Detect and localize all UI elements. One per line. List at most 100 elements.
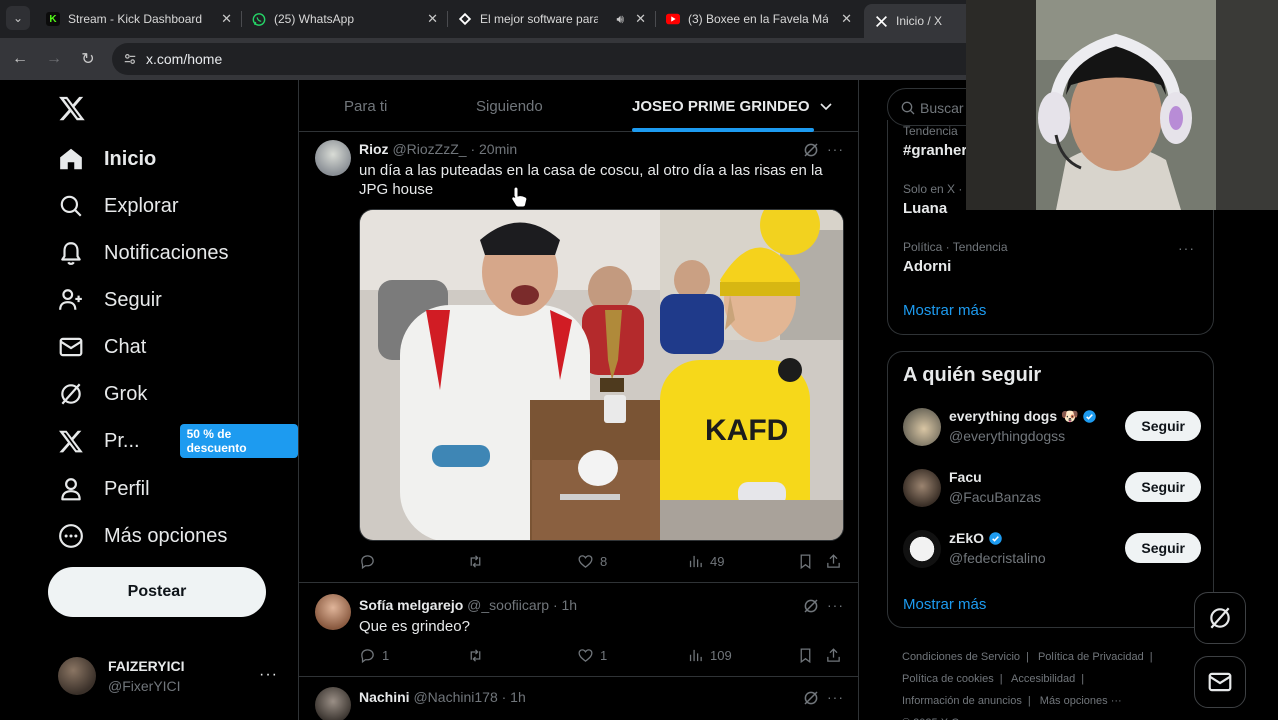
webcam-image (966, 0, 1278, 210)
follow-suggestion[interactable]: Facu @FacuBanzas Seguir (903, 469, 1201, 509)
account-handle: @FixerYICI (108, 678, 181, 694)
trend-item[interactable]: Política · Tendencia Adorni (903, 240, 1008, 275)
tab-list-joseo[interactable]: JOSEO PRIME GRINDEO (632, 98, 832, 115)
avatar[interactable] (315, 140, 351, 176)
nav-premium[interactable]: Pr... 50 % de descuento (58, 421, 298, 461)
tweet-video[interactable]: KAFD (359, 209, 844, 541)
like-button[interactable]: 1 (577, 647, 607, 664)
reply-button[interactable]: 1 (359, 647, 389, 664)
account-switcher[interactable]: FAIZERYICI @FixerYICI ··· (58, 656, 290, 696)
follow-button[interactable]: Seguir (1125, 533, 1201, 563)
post-button[interactable]: Postear (48, 567, 266, 617)
nav-notifications[interactable]: Notificaciones (58, 233, 229, 273)
tab-following[interactable]: Siguiendo (476, 98, 543, 115)
footer-link[interactable]: Accesibilidad (1011, 673, 1075, 685)
tweet[interactable]: Rioz @RiozZzZ_ · 20min ··· un día a las … (299, 132, 858, 583)
svg-text:KAFD: KAFD (705, 414, 788, 447)
nav-chat[interactable]: Chat (58, 327, 146, 367)
like-button[interactable]: 8 (577, 553, 607, 570)
tab-kick[interactable]: K Stream - Kick Dashboard ✕ (36, 4, 240, 34)
grok-icon[interactable] (802, 141, 820, 159)
avatar[interactable] (315, 594, 351, 630)
more-dots-icon[interactable]: ··· (1178, 240, 1195, 256)
nav-home[interactable]: Inicio (58, 139, 156, 179)
tweet[interactable]: Nachini @Nachini178 · 1h ··· (299, 677, 858, 720)
heart-icon (578, 649, 593, 662)
footer-link[interactable]: Información de anuncios (902, 695, 1022, 707)
left-sidebar: Inicio Explorar Notificaciones Seguir Ch… (0, 80, 298, 720)
follow-button[interactable]: Seguir (1125, 472, 1201, 502)
more-dots-icon[interactable]: ··· (827, 597, 844, 613)
footer-link[interactable]: Condiciones de Servicio (902, 651, 1020, 663)
url-bar[interactable]: x.com/home (112, 43, 982, 75)
forward-arrow-icon[interactable]: → (44, 49, 64, 69)
share-button[interactable] (825, 647, 842, 664)
diamond-icon (458, 12, 472, 26)
nav-more-options[interactable]: Más opciones (58, 516, 227, 556)
avatar[interactable] (315, 687, 351, 720)
footer-link[interactable]: Más opciones ··· (1040, 695, 1122, 707)
reply-button[interactable] (359, 553, 382, 570)
account-name: FAIZERYICI (108, 658, 185, 674)
avatar[interactable] (903, 530, 941, 568)
show-more-trends-link[interactable]: Mostrar más (903, 302, 986, 319)
nav-grok[interactable]: Grok (58, 374, 147, 414)
kick-icon: K (46, 12, 60, 26)
copyright: © 2025 X Corp. (902, 712, 1202, 720)
footer-link[interactable]: Política de Privacidad (1038, 651, 1144, 663)
show-more-follow-link[interactable]: Mostrar más (903, 596, 986, 613)
bell-icon (61, 242, 81, 265)
messages-fab-button[interactable] (1194, 656, 1246, 708)
share-button[interactable] (825, 553, 842, 570)
avatar[interactable] (903, 469, 941, 507)
grok-fab-button[interactable] (1194, 592, 1246, 644)
more-dots-icon[interactable]: ··· (827, 689, 844, 705)
webcam-overlay (966, 0, 1278, 210)
close-tab-icon[interactable]: ✕ (427, 11, 438, 27)
site-settings-icon[interactable] (122, 51, 138, 67)
share-icon (827, 648, 840, 662)
bookmark-button[interactable] (797, 553, 814, 570)
verified-badge-icon (989, 531, 1002, 545)
trend-item[interactable]: Tendencia #granher (903, 124, 967, 159)
tab-for-you[interactable]: Para ti (344, 98, 387, 115)
close-tab-icon[interactable]: ✕ (635, 11, 646, 27)
footer-link[interactable]: Política de cookies (902, 673, 994, 685)
back-arrow-icon[interactable]: ← (10, 49, 30, 69)
timeline: Para ti Siguiendo JOSEO PRIME GRINDEO Ri… (298, 80, 859, 720)
tweet-header: Rioz @RiozZzZ_ · 20min (359, 141, 518, 157)
tweet[interactable]: Sofía melgarejo @_soofiicarp · 1h ··· Qu… (299, 583, 858, 677)
follow-suggestion[interactable]: zEkO @fedecristalino Seguir (903, 530, 1201, 570)
reload-icon[interactable]: ↻ (78, 49, 98, 69)
x-icon (874, 14, 888, 28)
follow-suggestion[interactable]: everything dogs 🐶 @everythingdogss Segui… (903, 408, 1201, 448)
follow-button[interactable]: Seguir (1125, 411, 1201, 441)
tab-x-home[interactable]: Inicio / X (864, 4, 974, 38)
avatar[interactable] (903, 408, 941, 446)
bookmark-button[interactable] (797, 647, 814, 664)
x-logo-icon[interactable] (58, 94, 86, 122)
speaker-icon[interactable]: 🔊︎ (616, 12, 624, 27)
tab-whatsapp[interactable]: (25) WhatsApp ✕ (242, 4, 446, 34)
more-dots-icon[interactable]: ··· (827, 141, 844, 157)
trend-item[interactable]: Solo en X · Luana (903, 182, 962, 217)
retweet-button[interactable] (467, 553, 490, 570)
grok-icon[interactable] (802, 689, 820, 707)
close-tab-icon[interactable]: ✕ (841, 11, 852, 27)
tab-search-button[interactable]: ⌄ (6, 6, 30, 30)
nav-explore[interactable]: Explorar (58, 186, 178, 226)
tab-youtube[interactable]: (3) Boxee en la Favela Más P ✕ (656, 4, 860, 34)
close-tab-icon[interactable]: ✕ (221, 11, 232, 27)
heart-icon (578, 555, 593, 568)
views-button[interactable]: 49 (687, 553, 724, 570)
tab-software[interactable]: El mejor software para p 🔊︎ ✕ (448, 4, 654, 34)
tweet-actions: 1 1 109 (359, 647, 844, 667)
share-icon (827, 554, 840, 568)
views-chart-icon (689, 555, 702, 568)
views-button[interactable]: 109 (687, 647, 732, 664)
nav-follow[interactable]: Seguir (58, 280, 162, 320)
nav-profile[interactable]: Perfil (58, 469, 150, 509)
who-to-follow-panel: A quién seguir everything dogs 🐶 @everyt… (887, 351, 1214, 628)
grok-icon[interactable] (802, 597, 820, 615)
retweet-button[interactable] (467, 647, 490, 664)
